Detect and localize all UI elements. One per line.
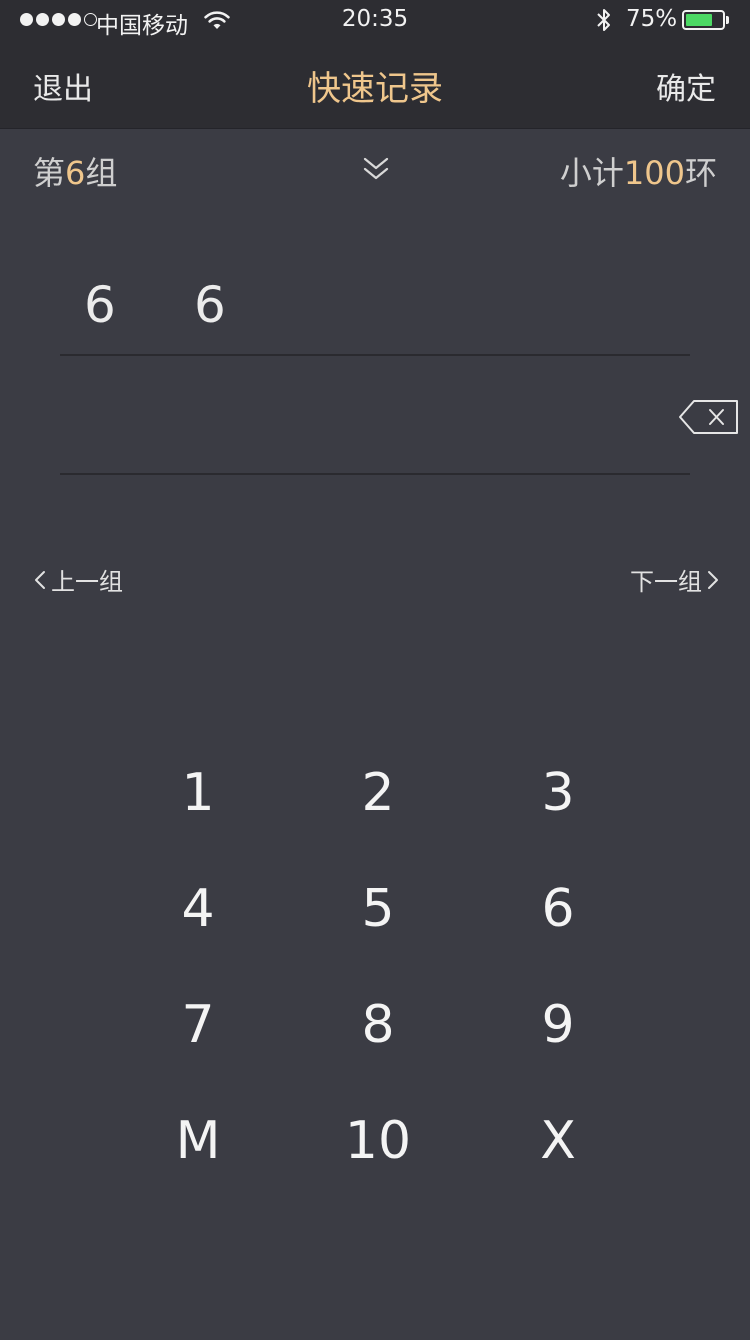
key-6[interactable]: 6 <box>468 851 648 967</box>
key-1[interactable]: 1 <box>108 735 288 851</box>
previous-group-label: 上一组 <box>51 568 123 596</box>
group-header: 第6组 小计100环 <box>0 148 750 192</box>
score-row-1-divider <box>60 354 690 356</box>
page-title: 快速记录 <box>307 69 443 109</box>
top-bar: 中国移动 20:35 75% 退出 快速记录 确定 <box>0 0 750 129</box>
score-cell: 6 <box>84 276 116 334</box>
key-9[interactable]: 9 <box>468 967 648 1083</box>
key-5[interactable]: 5 <box>288 851 468 967</box>
battery-icon <box>682 10 725 30</box>
key-x[interactable]: X <box>468 1083 648 1199</box>
subtotal: 小计100环 <box>560 148 717 194</box>
quick-record-screen: 中国移动 20:35 75% 退出 快速记录 确定 第6组 小计100环 6 6… <box>0 0 750 1340</box>
score-cell: 6 <box>194 276 226 334</box>
next-group-button[interactable]: 下一组 <box>630 562 720 597</box>
group-number: 6 <box>65 154 86 192</box>
chevron-right-icon <box>708 570 718 589</box>
subtotal-value: 100 <box>623 154 685 192</box>
subtotal-suffix: 环 <box>684 154 717 192</box>
bluetooth-icon <box>597 9 610 31</box>
battery-level <box>686 14 713 26</box>
key-4[interactable]: 4 <box>108 851 288 967</box>
group-label: 第6组 <box>33 148 117 194</box>
next-group-label: 下一组 <box>630 568 702 596</box>
group-prefix: 第 <box>33 154 66 192</box>
confirm-button[interactable]: 确定 <box>656 64 716 108</box>
group-suffix: 组 <box>85 154 118 192</box>
score-row-1[interactable]: 6 6 <box>60 276 690 354</box>
battery-tip <box>726 16 729 24</box>
key-m[interactable]: M <box>108 1083 288 1199</box>
key-8[interactable]: 8 <box>288 967 468 1083</box>
status-bar: 中国移动 20:35 75% <box>0 0 750 40</box>
key-2[interactable]: 2 <box>288 735 468 851</box>
score-keypad: 1 2 3 4 5 6 7 8 9 M 10 X <box>108 735 648 1199</box>
subtotal-prefix: 小计 <box>559 154 624 192</box>
key-10[interactable]: 10 <box>288 1083 468 1199</box>
key-3[interactable]: 3 <box>468 735 648 851</box>
key-7[interactable]: 7 <box>108 967 288 1083</box>
previous-group-button[interactable]: 上一组 <box>33 562 123 597</box>
battery-percent: 75% <box>626 6 678 32</box>
backspace-icon[interactable] <box>678 399 740 435</box>
chevron-left-icon <box>35 570 45 589</box>
chevron-double-down-icon[interactable] <box>362 156 390 182</box>
score-row-2-divider <box>60 473 690 475</box>
